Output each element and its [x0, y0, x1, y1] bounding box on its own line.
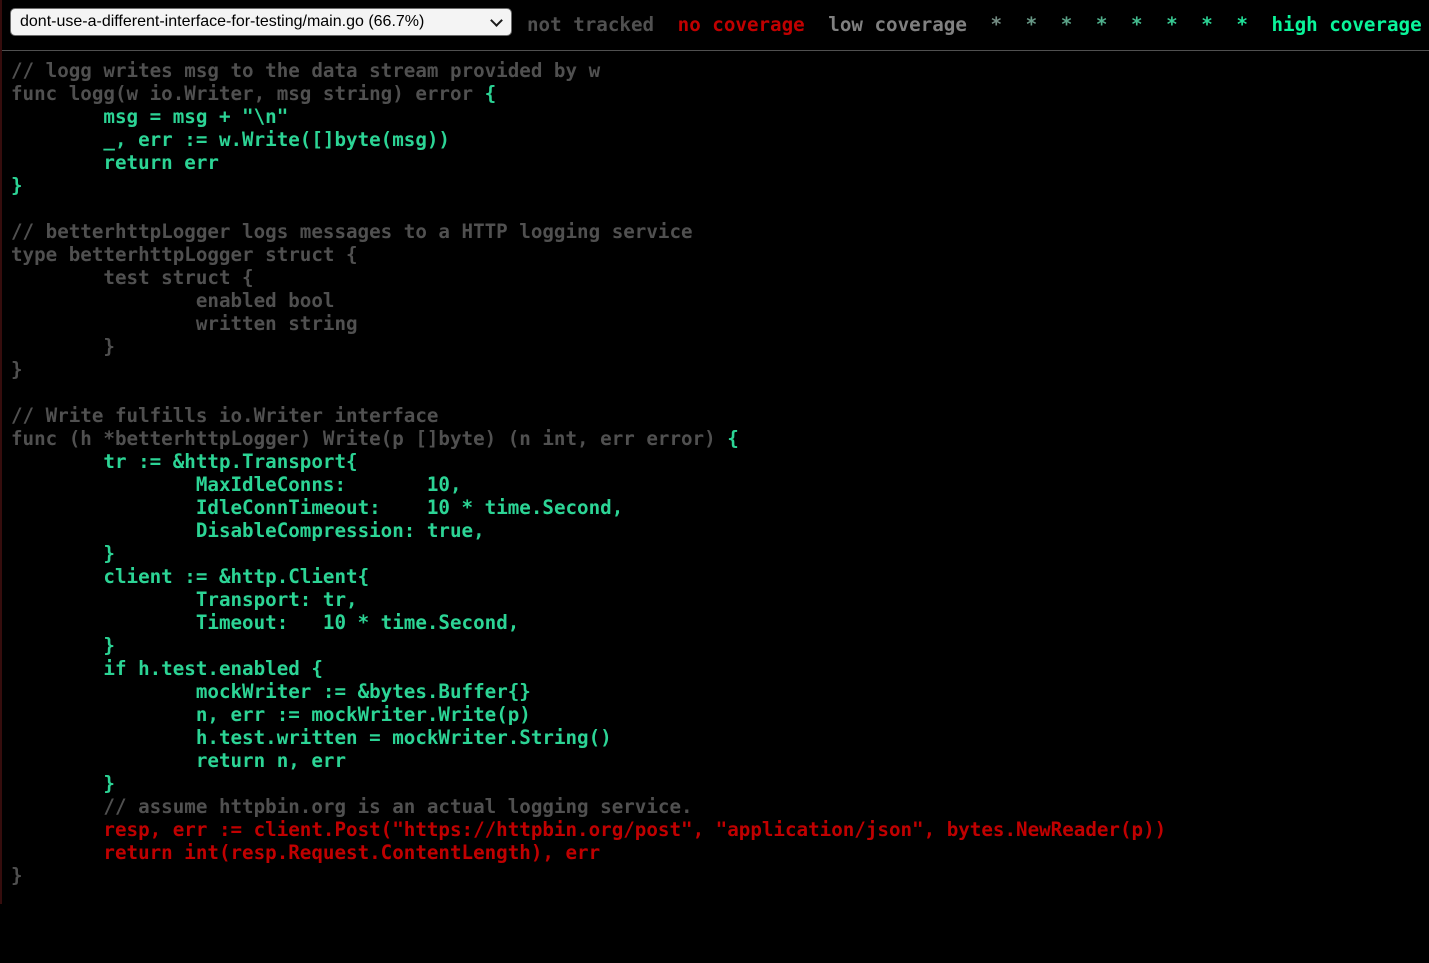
- code-segment: written string: [11, 312, 358, 335]
- legend-item-star-cov5: *: [1096, 13, 1108, 36]
- code-segment: h.test.written = mockWriter.String(): [11, 726, 612, 749]
- legend-item-star-cov8: *: [1201, 13, 1213, 36]
- code-segment: {: [485, 82, 497, 105]
- code-segment: func logg(w io.Writer, msg string) error: [11, 82, 485, 105]
- code-segment: func (h *betterhttpLogger) Write(p []byt…: [11, 427, 727, 450]
- code-segment: return err: [11, 151, 219, 174]
- topbar: dont-use-a-different-interface-for-testi…: [0, 0, 1429, 51]
- legend-item-star-cov4: *: [1061, 13, 1073, 36]
- code-segment: resp, err := client.Post("https://httpbi…: [11, 818, 1166, 841]
- code-segment: if h.test.enabled {: [11, 657, 323, 680]
- code-segment: }: [11, 542, 115, 565]
- legend-item-star-cov6: *: [1131, 13, 1143, 36]
- content: // logg writes msg to the data stream pr…: [0, 59, 1429, 887]
- code-segment: IdleConnTimeout: 10 * time.Second,: [11, 496, 623, 519]
- code-segment: DisableCompression: true,: [11, 519, 485, 542]
- legend-item-high-coverage: high coverage: [1271, 13, 1421, 36]
- code-segment: // logg writes msg to the data stream pr…: [11, 59, 600, 82]
- code-segment: MaxIdleConns: 10,: [11, 473, 462, 496]
- file-select[interactable]: dont-use-a-different-interface-for-testi…: [10, 8, 512, 36]
- code-segment: n, err := mockWriter.Write(p): [11, 703, 531, 726]
- window-edge: [0, 0, 2, 904]
- file-select-wrapper: dont-use-a-different-interface-for-testi…: [10, 8, 512, 36]
- code-segment: test struct {: [11, 266, 254, 289]
- code-segment: msg = msg + "\n": [11, 105, 288, 128]
- code-segment: type betterhttpLogger struct {: [11, 243, 358, 266]
- code-segment: Timeout: 10 * time.Second,: [11, 611, 519, 634]
- code-segment: }: [11, 174, 23, 197]
- file-nav: dont-use-a-different-interface-for-testi…: [10, 8, 512, 36]
- code-segment: }: [11, 335, 115, 358]
- code-segment: client := &http.Client{: [11, 565, 369, 588]
- code-segment: }: [11, 358, 23, 381]
- coverage-legend: not tracked no coverage low coverage * *…: [521, 13, 1428, 36]
- legend-item-not-tracked: not tracked: [527, 13, 654, 36]
- code-segment: _, err := w.Write([]byte(msg)): [11, 128, 450, 151]
- legend-item-low-coverage: low coverage: [828, 13, 967, 36]
- code-segment: }: [11, 772, 115, 795]
- code-segment: {: [727, 427, 739, 450]
- code-segment: return n, err: [11, 749, 346, 772]
- legend-item-no-coverage: no coverage: [678, 13, 805, 36]
- code-segment: // assume httpbin.org is an actual loggi…: [11, 795, 693, 818]
- legend-item-star-cov7: *: [1166, 13, 1178, 36]
- code-segment: tr := &http.Transport{: [11, 450, 358, 473]
- code-segment: }: [11, 634, 115, 657]
- legend-item-star-cov2: *: [990, 13, 1002, 36]
- code-segment: return int(resp.Request.ContentLength), …: [11, 841, 600, 864]
- code-segment: enabled bool: [11, 289, 334, 312]
- code-segment: // betterhttpLogger logs messages to a H…: [11, 220, 693, 243]
- source-code: // logg writes msg to the data stream pr…: [11, 59, 1429, 887]
- legend-item-star-cov9: *: [1236, 13, 1248, 36]
- code-segment: // Write fulfills io.Writer interface: [11, 404, 438, 427]
- code-segment: }: [11, 864, 23, 887]
- legend-item-star-cov3: *: [1026, 13, 1038, 36]
- code-segment: Transport: tr,: [11, 588, 358, 611]
- code-segment: mockWriter := &bytes.Buffer{}: [11, 680, 531, 703]
